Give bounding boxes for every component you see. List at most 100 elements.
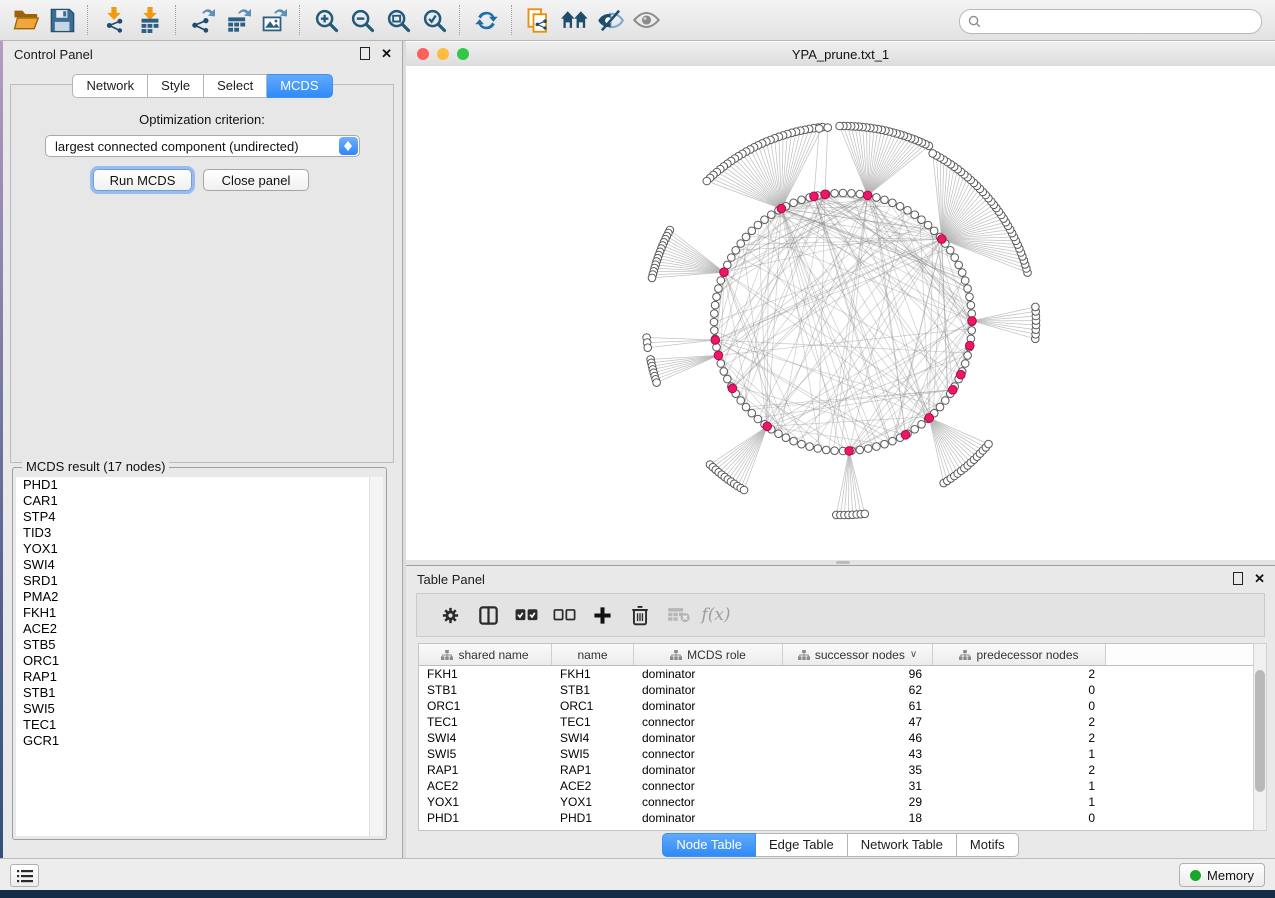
close-panel-button[interactable]: Close panel: [203, 169, 309, 191]
table-row[interactable]: RAP1RAP1dominator352: [419, 762, 1253, 778]
mcds-result-scrollbar[interactable]: [369, 477, 383, 836]
save-session-button[interactable]: [44, 3, 80, 37]
open-session-button[interactable]: [8, 3, 44, 37]
tab-edge-table[interactable]: Edge Table: [756, 833, 848, 857]
zoom-selected-button[interactable]: [416, 3, 452, 37]
tab-network-table[interactable]: Network Table: [848, 833, 957, 857]
show-graphics-details-icon: [633, 10, 660, 30]
search-input[interactable]: [986, 14, 1253, 30]
delete-column-icon: [631, 605, 649, 626]
export-network-button[interactable]: [184, 3, 220, 37]
hide-graphics-details-button[interactable]: [592, 3, 628, 37]
refresh-button[interactable]: [468, 3, 504, 37]
column-label: successor nodes: [815, 648, 905, 662]
deselect-all-button[interactable]: [545, 597, 583, 633]
first-neighbors-button[interactable]: [556, 3, 592, 37]
table-cell: FKH1: [419, 666, 552, 682]
mcds-result-item: STB1: [16, 685, 370, 701]
mcds-result-item: PMA2: [16, 589, 370, 605]
table-cell: TEC1: [419, 714, 552, 730]
toolbar-separator: [459, 5, 461, 35]
float-table-panel-icon[interactable]: [1233, 572, 1243, 585]
table-row[interactable]: TEC1TEC1connector472: [419, 714, 1253, 730]
select-all-button[interactable]: [507, 597, 545, 633]
zoom-fit-button[interactable]: [380, 3, 416, 37]
tab-network[interactable]: Network: [72, 74, 148, 98]
tab-select[interactable]: Select: [204, 74, 267, 98]
save-session-icon: [50, 8, 75, 33]
table-cell: connector: [634, 714, 783, 730]
table-panel: Table Panel ✕ f(x) shared namenameMCDS r…: [406, 565, 1275, 858]
cytoscape-window: Control Panel ✕ NetworkStyleSelectMCDS O…: [0, 0, 1275, 890]
table-row[interactable]: PHD1PHD1dominator180: [419, 810, 1253, 826]
memory-button[interactable]: Memory: [1179, 863, 1265, 887]
column-header-successor-nodes[interactable]: successor nodes ∨: [783, 644, 933, 665]
table-scrollbar-thumb[interactable]: [1255, 670, 1265, 792]
table-cell: RAP1: [552, 762, 634, 778]
mcds-result-item: STP4: [16, 509, 370, 525]
hide-graphics-details-icon: [597, 9, 624, 32]
deselect-all-icon: [553, 608, 576, 622]
table-row[interactable]: YOX1YOX1connector291: [419, 794, 1253, 810]
network-titlebar: YPA_prune.txt_1: [406, 42, 1275, 67]
table-cell: 47: [783, 714, 933, 730]
table-options-button[interactable]: [431, 597, 469, 633]
table-row[interactable]: SWI5SWI5connector431: [419, 746, 1253, 762]
table-cell: 2: [933, 666, 1106, 682]
column-header-name[interactable]: name: [552, 644, 634, 665]
network-window: YPA_prune.txt_1: [406, 41, 1275, 565]
network-canvas[interactable]: [406, 66, 1275, 565]
node-table: shared namenameMCDS role successor nodes ∨…: [418, 643, 1254, 831]
mcds-result-item: FKH1: [16, 605, 370, 621]
zoom-out-button[interactable]: [344, 3, 380, 37]
column-type-icon: [670, 650, 682, 660]
tab-node-table[interactable]: Node Table: [662, 833, 756, 857]
import-network-button[interactable]: [96, 3, 132, 37]
mcds-result-item: STB5: [16, 637, 370, 653]
close-table-panel-icon[interactable]: ✕: [1254, 573, 1265, 584]
mcds-result-list[interactable]: PHD1CAR1STP4TID3YOX1SWI4SRD1PMA2FKH1ACE2…: [16, 477, 370, 836]
column-header-MCDS-role[interactable]: MCDS role: [634, 644, 783, 665]
import-table-icon: [137, 7, 163, 33]
import-table-button[interactable]: [132, 3, 168, 37]
network-title: YPA_prune.txt_1: [406, 47, 1275, 62]
add-column-button[interactable]: [583, 597, 621, 633]
table-cell: dominator: [634, 666, 783, 682]
panel-menu-button[interactable]: [10, 864, 39, 887]
table-row[interactable]: STB1STB1dominator620: [419, 682, 1253, 698]
table-scrollbar[interactable]: [1253, 643, 1267, 831]
toolbar-separator: [511, 5, 513, 35]
table-header-row: shared namenameMCDS role successor nodes ∨…: [419, 644, 1253, 666]
mcds-result-item: RAP1: [16, 669, 370, 685]
table-row[interactable]: SWI4SWI4dominator462: [419, 730, 1253, 746]
optimization-criterion-select[interactable]: largest connected component (undirected): [45, 135, 360, 157]
float-panel-icon[interactable]: [360, 47, 370, 60]
zoom-fit-icon: [386, 8, 411, 33]
table-row[interactable]: ORC1ORC1dominator610: [419, 698, 1253, 714]
table-cell: PHD1: [419, 810, 552, 826]
tab-style[interactable]: Style: [148, 74, 204, 98]
duplicate-network-button[interactable]: [520, 3, 556, 37]
table-row[interactable]: ACE2ACE2connector311: [419, 778, 1253, 794]
column-header-shared-name[interactable]: shared name: [419, 644, 552, 665]
add-column-icon: [593, 606, 612, 625]
close-panel-icon[interactable]: ✕: [381, 48, 392, 59]
zoom-in-button[interactable]: [308, 3, 344, 37]
show-columns-button[interactable]: [469, 597, 507, 633]
tab-mcds[interactable]: MCDS: [267, 74, 332, 98]
mcds-result-item: CAR1: [16, 493, 370, 509]
show-graphics-details-button[interactable]: [628, 3, 664, 37]
table-cell: 2: [933, 714, 1106, 730]
export-image-button[interactable]: [256, 3, 292, 37]
export-table-button[interactable]: [220, 3, 256, 37]
tab-motifs[interactable]: Motifs: [957, 833, 1019, 857]
toolbar-separator: [87, 5, 89, 35]
column-header-predecessor-nodes[interactable]: predecessor nodes: [933, 644, 1106, 665]
sort-desc-icon: ∨: [910, 649, 917, 660]
control-panel-tabs: NetworkStyleSelectMCDS: [3, 74, 402, 98]
delete-column-button[interactable]: [621, 597, 659, 633]
run-mcds-button[interactable]: Run MCDS: [93, 169, 192, 191]
table-cell: 31: [783, 778, 933, 794]
table-row[interactable]: FKH1FKH1dominator962: [419, 666, 1253, 682]
mcds-result-item: GCR1: [16, 733, 370, 749]
